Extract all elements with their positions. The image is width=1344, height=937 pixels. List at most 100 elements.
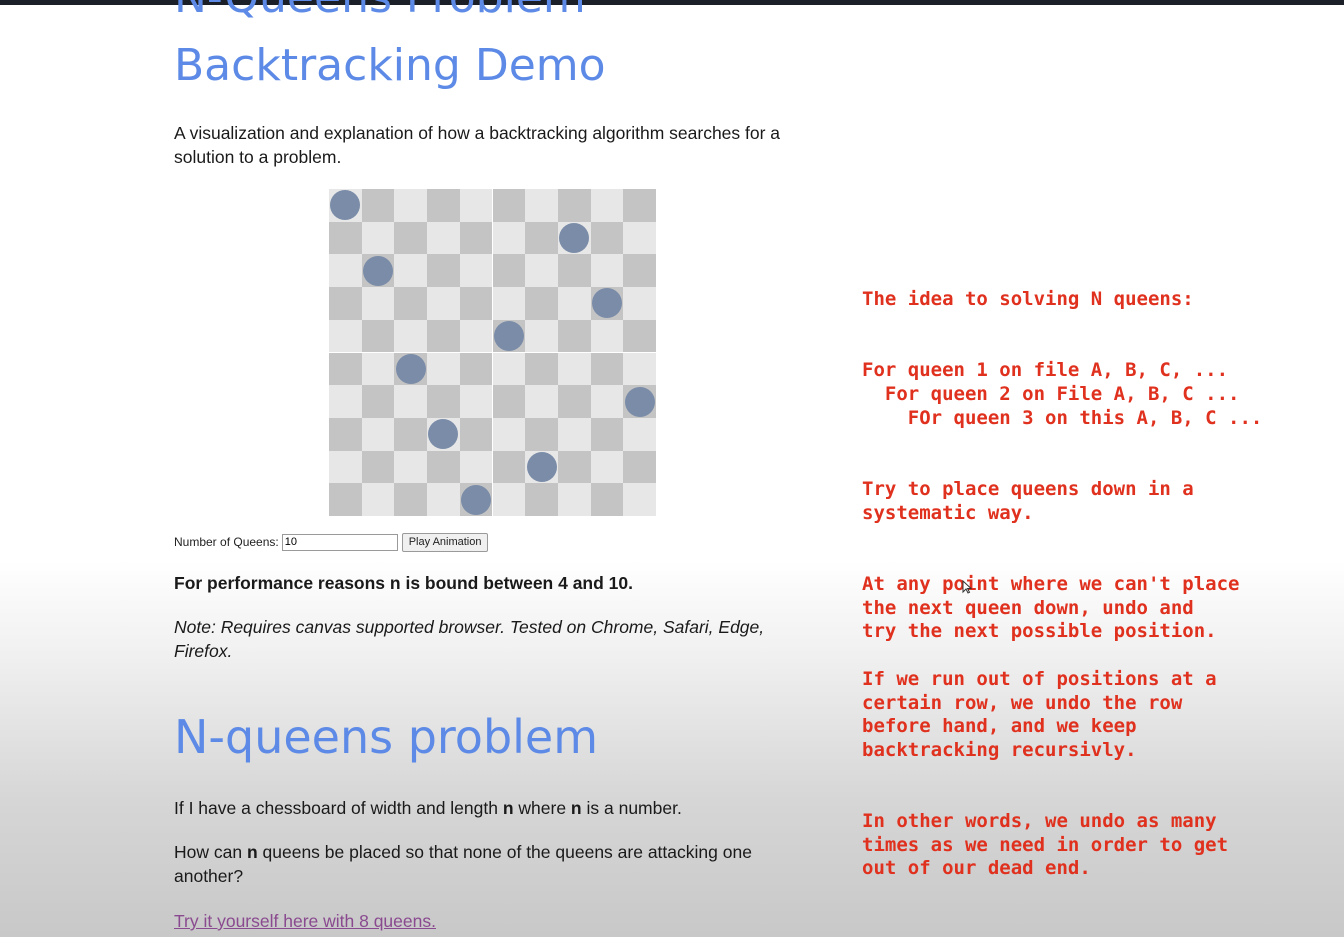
intro-text: A visualization and explanation of how a… <box>174 123 781 167</box>
board-square <box>525 319 558 353</box>
board-square <box>459 450 493 484</box>
board-square <box>427 189 460 222</box>
queens-count-input[interactable] <box>281 533 398 551</box>
question-text-1: If I have a chessboard of width and leng… <box>174 796 814 820</box>
board-square <box>361 189 395 222</box>
board-square <box>590 352 624 386</box>
board-square <box>427 450 460 484</box>
board-square <box>329 254 362 288</box>
board-square <box>459 385 493 418</box>
board-square <box>329 287 362 320</box>
board-square <box>525 254 558 288</box>
board-square <box>590 189 624 222</box>
board-square <box>329 450 362 484</box>
annotation-other-2: times as we need in order to get <box>862 834 1229 856</box>
annotation-undo-1: At any point where we can't place <box>862 573 1240 595</box>
q2-n: n <box>246 842 258 862</box>
board-square <box>557 352 591 386</box>
board-square <box>557 450 591 484</box>
page-title-line-2: Backtracking Demo <box>174 40 606 91</box>
board-square <box>361 352 395 386</box>
q2-suffix: queens be placed so that none of the que… <box>174 842 752 886</box>
board-square <box>459 221 493 255</box>
board-square <box>459 287 493 320</box>
q1-mid: where <box>513 798 571 818</box>
annotation-other-3: out of our dead end. <box>862 857 1091 879</box>
board-square <box>525 189 558 222</box>
board-square <box>525 352 558 386</box>
annotation-loop-3: FOr queen 3 on this A, B, C ... <box>862 407 1263 429</box>
q1-n-width: n <box>502 798 514 818</box>
board-square <box>492 221 526 255</box>
board-square <box>557 319 591 353</box>
board-square <box>394 417 428 451</box>
board-square <box>590 483 624 516</box>
board-square <box>329 417 362 451</box>
board-square <box>361 483 395 516</box>
board-square <box>427 319 460 353</box>
annotation-undo-2: the next queen down, undo and <box>862 597 1194 619</box>
board-square <box>492 189 526 222</box>
board-square <box>492 417 526 451</box>
board-square <box>590 319 624 353</box>
queens-count-label: Number of Queens: <box>174 535 279 549</box>
queen-piece <box>526 451 557 482</box>
board-square <box>427 483 460 516</box>
board-square <box>590 385 624 418</box>
board-square <box>623 483 656 516</box>
board-square <box>394 189 428 222</box>
board-square <box>492 287 526 320</box>
board-square <box>394 287 428 320</box>
board-square <box>623 189 656 222</box>
board-square <box>557 254 591 288</box>
board-square <box>459 254 493 288</box>
board-square <box>623 221 656 255</box>
annotation-undo-3: try the next possible position. <box>862 620 1217 642</box>
board-square <box>361 385 395 418</box>
board-square <box>557 483 591 516</box>
bound-text: For performance reasons n is bound betwe… <box>174 573 633 593</box>
q1-n-number: n <box>570 798 582 818</box>
board-square <box>557 417 591 451</box>
q1-prefix: If I have a chessboard of width and leng… <box>174 798 503 818</box>
board-square <box>525 221 558 255</box>
board-square <box>623 287 656 320</box>
annotation-row-2: certain row, we undo the row <box>862 692 1183 714</box>
board-square <box>492 385 526 418</box>
board-square <box>525 385 558 418</box>
board-square <box>459 319 493 353</box>
board-square <box>361 287 395 320</box>
board-square <box>623 450 656 484</box>
annotation-row-4: backtracking recursivly. <box>862 739 1137 761</box>
board-square <box>557 287 591 320</box>
annotation-loop-1: For queen 1 on file A, B, C, ... <box>862 359 1229 381</box>
play-animation-button[interactable]: Play Animation <box>401 532 489 552</box>
annotation-idea: The idea to solving N queens: <box>862 288 1194 310</box>
q1-suffix: is a number. <box>581 798 682 818</box>
board-square <box>557 189 591 222</box>
board-square <box>427 385 460 418</box>
board-square <box>394 254 428 288</box>
annotation-row-1: If we run out of positions at a <box>862 668 1217 690</box>
board-square <box>525 483 558 516</box>
board-square <box>394 483 428 516</box>
mouse-cursor-icon <box>962 580 972 594</box>
board-square <box>329 221 362 255</box>
queen-piece <box>395 353 426 384</box>
queen-controls: Number of Queens: Play Animation <box>174 532 489 552</box>
queen-piece <box>624 386 655 417</box>
annotation-systematic-1: Try to place queens down in a <box>862 478 1194 500</box>
annotation-systematic-2: systematic way. <box>862 502 1034 524</box>
board-square <box>623 319 656 353</box>
board-square <box>361 319 395 353</box>
board-square <box>394 319 428 353</box>
try-it-link[interactable]: Try it yourself here with 8 queens. <box>174 911 436 931</box>
q2-prefix: How can <box>174 842 247 862</box>
board-square <box>590 417 624 451</box>
board-square <box>525 287 558 320</box>
annotation-loop-2: For queen 2 on File A, B, C ... <box>862 383 1240 405</box>
board-square <box>459 352 493 386</box>
board-square <box>329 483 362 516</box>
board-square <box>525 417 558 451</box>
board-square <box>459 189 493 222</box>
